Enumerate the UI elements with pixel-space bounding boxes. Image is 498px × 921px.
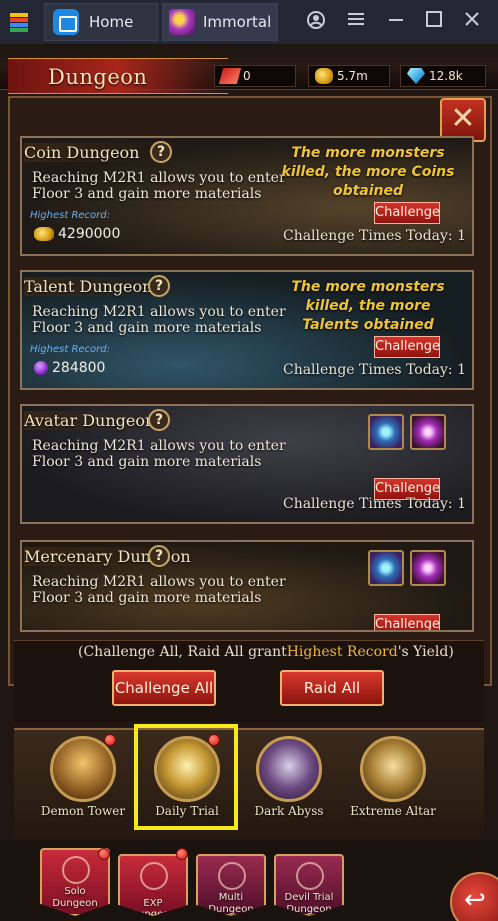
account-icon[interactable] <box>304 10 328 34</box>
bluestacks-logo-icon <box>8 11 32 33</box>
emulator-titlebar: Home Immortal <box>0 0 498 44</box>
mode-label: Dark Abyss <box>254 804 324 818</box>
notification-dot <box>104 734 116 746</box>
altar-icon <box>360 736 426 802</box>
reward-item-icon[interactable] <box>368 550 404 586</box>
highest-record-label: Highest Record: <box>30 210 110 221</box>
card-description: Reaching M2R1 allows you to enter Floor … <box>32 574 286 606</box>
reward-item-icon[interactable] <box>410 414 446 450</box>
tab-home[interactable]: Home <box>44 3 158 41</box>
game-icon <box>169 9 195 35</box>
card-promo: The more monsters killed, the more Coins… <box>281 145 455 199</box>
tab-label-top: Multi <box>218 892 244 903</box>
tower-icon <box>50 736 116 802</box>
challenge-button[interactable]: Challenge <box>374 202 440 224</box>
stamina-counter: 0 <box>214 65 296 87</box>
gem-value: 12.8k <box>429 69 463 83</box>
notification-dot <box>176 848 188 860</box>
mode-demon-tower[interactable]: Demon Tower <box>38 734 128 828</box>
coin-icon <box>315 68 333 84</box>
mode-label: Demon Tower <box>40 804 126 818</box>
card-title: Coin Dungeon <box>24 143 170 162</box>
highest-record: 4290000 <box>34 226 120 242</box>
challenge-times: Challenge Times Today: 1 <box>282 228 466 244</box>
reward-item-icon[interactable] <box>410 550 446 586</box>
dungeon-card-avatar: Avatar Dungeon ? Reaching M2R1 allows yo… <box>20 404 474 524</box>
challenge-times: Challenge Times Today: 1 <box>282 496 466 512</box>
crown-emblem-icon <box>140 862 168 890</box>
challenge-times: Challenge Times Today: 1 <box>282 362 466 378</box>
coin-icon <box>34 227 54 241</box>
challenge-button[interactable]: Challenge <box>374 336 440 358</box>
grant-note-prefix: (Challenge All, Raid All grant <box>78 644 287 660</box>
mode-dark-abyss[interactable]: Dark Abyss <box>244 736 334 828</box>
page-title: Dungeon <box>48 65 148 89</box>
gem-icon <box>407 68 425 84</box>
tab-immortal-label: Immortal <box>203 13 272 31</box>
coin-value: 5.7m <box>337 69 368 83</box>
gem-counter: 12.8k <box>400 65 486 87</box>
tab-label-top: Devil Trial <box>284 892 334 903</box>
help-icon[interactable]: ? <box>150 141 172 163</box>
grant-note: (Challenge All, Raid All grantHighest Re… <box>78 644 454 660</box>
close-icon[interactable] <box>460 10 484 34</box>
devil-emblem-icon <box>296 862 324 890</box>
menu-icon[interactable] <box>344 10 368 34</box>
notification-dot <box>98 848 110 860</box>
dungeon-card-mercenary: Mercenary Dungeon ? Reaching M2R1 allows… <box>20 540 474 632</box>
card-promo: The more monsters killed, the more Talen… <box>291 279 445 333</box>
highest-record-value: 4290000 <box>58 226 121 242</box>
card-title: Mercenary Dungeon <box>24 547 221 566</box>
tab-multi-dungeon[interactable]: Multi Dungeon <box>196 854 266 916</box>
highest-record: 284800 <box>34 360 105 376</box>
help-icon[interactable]: ? <box>148 409 170 431</box>
challenge-button[interactable]: Challenge <box>374 614 440 630</box>
card-description: Reaching M2R1 allows you to enter Floor … <box>32 170 286 202</box>
minimize-icon[interactable] <box>384 10 408 34</box>
selection-highlight <box>134 724 238 830</box>
reward-item-icon[interactable] <box>368 414 404 450</box>
title-banner: Dungeon <box>8 58 228 94</box>
challenge-all-button[interactable]: Challenge All <box>112 670 216 706</box>
talent-orb-icon <box>34 361 48 375</box>
demon-skull-icon <box>256 736 322 802</box>
help-icon[interactable]: ? <box>148 275 170 297</box>
dungeon-card-coin: Coin Dungeon ? Reaching M2R1 allows you … <box>20 136 474 256</box>
help-icon[interactable]: ? <box>148 545 170 567</box>
dungeon-card-talent: Talent Dungeon ? Reaching M2R1 allows yo… <box>20 270 474 390</box>
tab-label: Dungeon <box>52 898 98 909</box>
card-description: Reaching M2R1 allows you to enter Floor … <box>32 304 286 336</box>
stamina-value: 0 <box>243 69 251 83</box>
coin-counter: 5.7m <box>308 65 390 87</box>
tab-home-label: Home <box>89 13 134 31</box>
home-icon <box>53 9 79 35</box>
raid-all-button[interactable]: Raid All <box>280 670 384 706</box>
game-viewport: Dungeon 0 5.7m 12.8k ✕ Coin Dungeon ? Re… <box>0 44 498 921</box>
grant-note-suffix: 's Yield) <box>397 644 454 660</box>
wings-emblem-icon <box>218 862 246 890</box>
tab-label-top: Solo <box>64 886 86 897</box>
mode-label: Extreme Altar <box>350 804 436 818</box>
highest-record-label: Highest Record: <box>30 344 110 355</box>
tab-exp-dungeon[interactable]: EXP Dungeon <box>118 854 188 916</box>
tab-devil-trial-dungeon[interactable]: Devil Trial Dungeon <box>274 854 344 916</box>
mode-extreme-altar[interactable]: Extreme Altar <box>348 736 438 828</box>
stamina-icon <box>218 68 242 84</box>
grant-note-highlight: Highest Record <box>286 644 398 660</box>
highest-record-value: 284800 <box>52 360 106 376</box>
skull-emblem-icon <box>62 856 90 884</box>
card-description: Reaching M2R1 allows you to enter Floor … <box>32 438 286 470</box>
tab-immortal[interactable]: Immortal <box>162 3 278 41</box>
maximize-icon[interactable] <box>422 10 446 34</box>
